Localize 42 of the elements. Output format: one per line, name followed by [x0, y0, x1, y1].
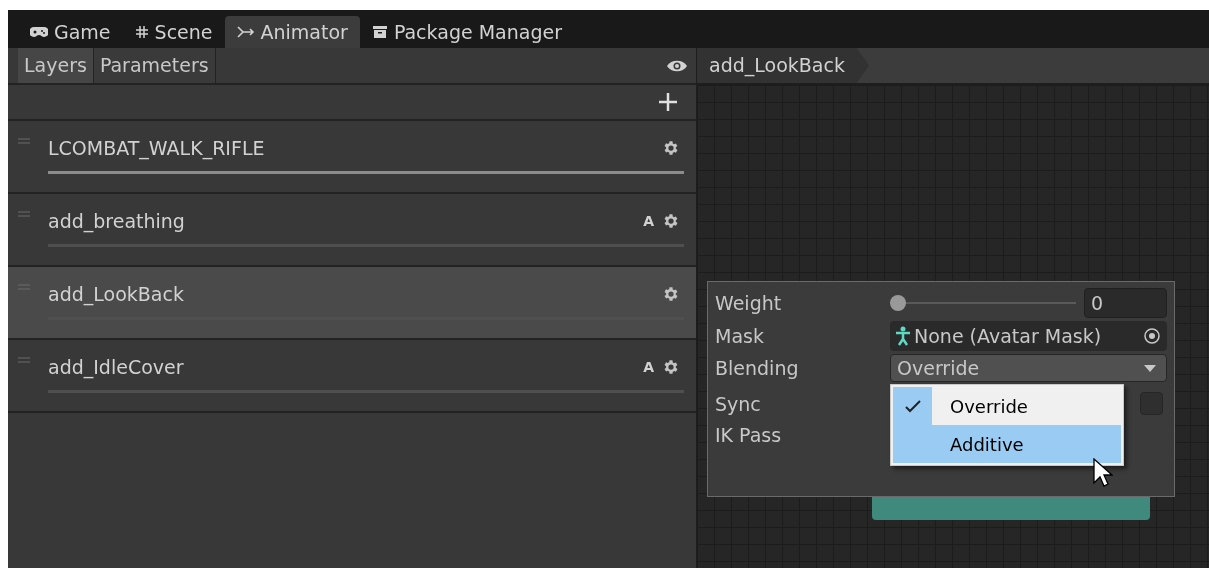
weight-slider[interactable]	[890, 295, 1076, 311]
editor-tab[interactable]: Package Manager	[359, 16, 574, 48]
editor-tab[interactable]: Game	[18, 16, 123, 48]
object-picker-icon[interactable]	[1143, 327, 1161, 345]
gear-icon[interactable]	[662, 139, 680, 157]
menu-item[interactable]: Additive	[893, 425, 1121, 463]
check-icon	[904, 399, 921, 413]
menu-item[interactable]: Override	[893, 387, 1121, 425]
field-label: Blending	[715, 356, 800, 381]
blending-dropdown[interactable]: Override	[890, 354, 1167, 383]
mask-field[interactable]: None (Avatar Mask)	[890, 321, 1167, 351]
additive-label: A	[643, 211, 654, 231]
gamepad-icon	[30, 26, 48, 38]
hash-icon	[134, 25, 149, 39]
field-label: Mask	[715, 323, 765, 349]
slider-thumb[interactable]	[890, 295, 906, 311]
drag-handle-icon[interactable]	[18, 357, 30, 363]
dropdown-arrow-icon	[1144, 364, 1156, 372]
editor-tab[interactable]: Scene	[122, 16, 225, 48]
panel-tab[interactable]: Layers	[18, 48, 94, 83]
drag-handle-icon[interactable]	[18, 211, 30, 217]
field-label: IK Pass	[715, 423, 783, 448]
drag-handle-icon[interactable]	[18, 138, 30, 144]
add-icon[interactable]	[658, 92, 678, 112]
avatar-icon	[895, 326, 911, 346]
eye-icon[interactable]	[666, 58, 688, 73]
layer-name: LCOMBAT_WALK_RIFLE	[48, 135, 266, 162]
gear-icon[interactable]	[662, 358, 680, 376]
gear-icon[interactable]	[662, 212, 680, 230]
field-label: Sync	[715, 391, 762, 417]
layer-name: add_LookBack	[48, 281, 185, 308]
layer-name: add_IdleCover	[48, 354, 185, 381]
package-icon	[371, 25, 388, 39]
field-label: Weight	[715, 290, 783, 316]
animator-icon	[236, 25, 255, 39]
additive-label: A	[643, 357, 654, 377]
mouse-cursor-icon	[1093, 458, 1113, 488]
breadcrumb[interactable]: add_LookBack	[697, 48, 869, 83]
gear-icon[interactable]	[662, 285, 680, 303]
layer-name: add_breathing	[48, 208, 186, 235]
weight-input[interactable]: 0	[1084, 288, 1167, 318]
editor-tab[interactable]: Animator	[224, 16, 360, 48]
